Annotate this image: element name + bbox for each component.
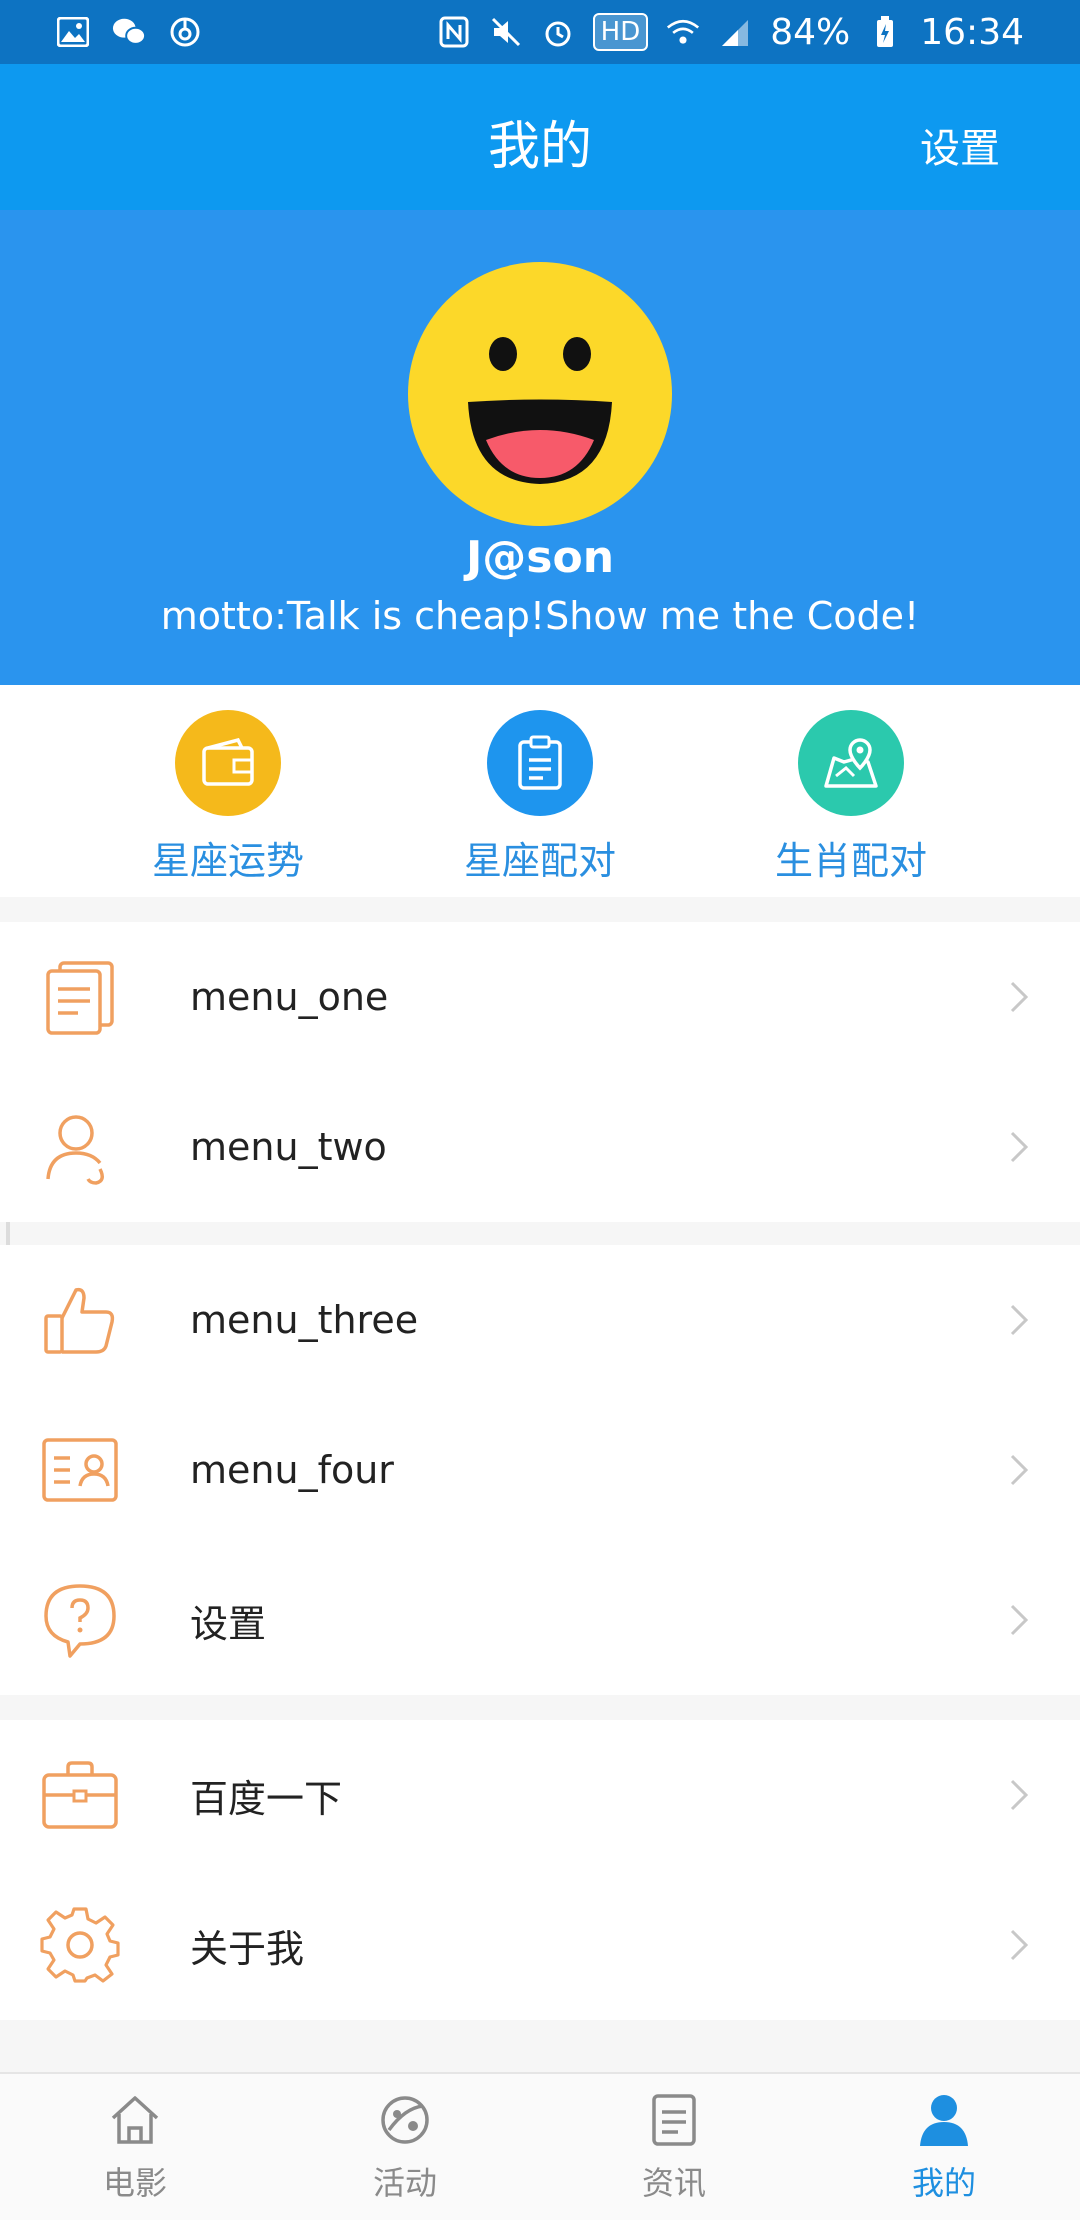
notification-icons	[56, 15, 202, 49]
menu-item-label: 设置	[190, 1601, 267, 1646]
menu-group-2: menu_three menu_four 设置	[0, 1245, 1080, 1695]
clipboard-icon	[487, 710, 593, 816]
battery-percent: 84%	[770, 11, 851, 53]
page-title: 我的	[487, 117, 592, 177]
wallet-icon	[175, 710, 281, 816]
alarm-icon	[541, 15, 575, 49]
profile-header: J@son motto:Talk is cheap!Show me the Co…	[0, 210, 1080, 685]
id-card-icon	[42, 1438, 118, 1502]
tab-movie[interactable]: 电影	[35, 2092, 235, 2204]
briefcase-icon	[42, 1761, 118, 1829]
menu-item-settings[interactable]: 设置	[0, 1545, 1080, 1695]
menu-item-label: menu_four	[190, 1448, 394, 1492]
menu-item-four[interactable]: menu_four	[0, 1395, 1080, 1545]
wechat-icon	[112, 15, 146, 49]
question-bubble-icon	[44, 1584, 116, 1658]
person-icon	[920, 2095, 968, 2146]
map-pin-icon	[798, 710, 904, 816]
menu-item-label: 百度一下	[190, 1776, 343, 1821]
thumbs-up-icon	[44, 1287, 115, 1354]
user-motto: motto:Talk is cheap!Show me the Code!	[160, 594, 920, 638]
quick-action-zodiac-match[interactable]: 生肖配对	[731, 710, 971, 885]
settings-button[interactable]: 设置	[920, 116, 1000, 174]
hd-badge: HD	[592, 13, 649, 51]
menu-item-label: 关于我	[190, 1926, 305, 1971]
tab-label: 资讯	[641, 2164, 706, 2202]
news-icon	[652, 2094, 696, 2146]
quick-action-constellation-match[interactable]: 星座配对	[420, 710, 660, 885]
user-phone-icon	[46, 1115, 104, 1185]
wifi-icon	[666, 15, 700, 49]
tab-mine[interactable]: 我的	[844, 2092, 1044, 2204]
planet-icon	[381, 2096, 429, 2144]
menu-group-3: 百度一下 关于我	[0, 1720, 1080, 2020]
avatar[interactable]	[408, 262, 672, 526]
chevron-right-icon	[1010, 1604, 1029, 1636]
menu-item-baidu[interactable]: 百度一下	[0, 1720, 1080, 1870]
signal-icon	[718, 15, 752, 49]
gear-icon	[40, 1907, 120, 1983]
menu-item-label: menu_two	[190, 1125, 387, 1169]
tab-label: 我的	[911, 2164, 976, 2202]
user-name: J@son	[465, 532, 615, 583]
system-icons: HD 84% 16:34	[437, 12, 1024, 53]
music-icon	[168, 15, 202, 49]
clock: 16:34	[920, 11, 1024, 53]
gallery-icon	[56, 15, 90, 49]
menu-item-about[interactable]: 关于我	[0, 1870, 1080, 2020]
battery-icon	[868, 15, 902, 49]
quick-action-horoscope[interactable]: 星座运势	[108, 710, 348, 885]
chevron-right-icon	[1010, 1929, 1029, 1961]
chevron-right-icon	[1010, 1304, 1029, 1336]
tab-label: 活动	[372, 2164, 437, 2202]
menu-item-label: menu_one	[190, 975, 389, 1019]
chevron-right-icon	[1010, 1131, 1029, 1163]
status-bar: HD 84% 16:34	[0, 0, 1080, 64]
chevron-right-icon	[1010, 1454, 1029, 1486]
quick-action-label: 星座运势	[151, 839, 304, 883]
chevron-right-icon	[1010, 981, 1029, 1013]
quick-action-label: 生肖配对	[774, 839, 927, 883]
nfc-icon	[437, 15, 471, 49]
menu-item-two[interactable]: menu_two	[0, 1072, 1080, 1222]
mute-icon	[489, 15, 523, 49]
menu-item-three[interactable]: menu_three	[0, 1245, 1080, 1395]
tab-news[interactable]: 资讯	[574, 2092, 774, 2204]
document-icon	[46, 961, 114, 1035]
bottom-nav: 电影 活动 资讯 我的	[0, 2072, 1080, 2220]
chevron-right-icon	[1010, 1779, 1029, 1811]
tab-label: 电影	[102, 2164, 167, 2202]
title-bar: 我的 设置	[0, 64, 1080, 210]
quick-actions: 星座运势 星座配对 生肖配对	[0, 685, 1080, 897]
tab-activity[interactable]: 活动	[305, 2092, 505, 2204]
quick-action-label: 星座配对	[463, 839, 616, 883]
home-icon	[111, 2096, 159, 2144]
menu-item-label: menu_three	[190, 1298, 419, 1342]
menu-group-1: menu_one menu_two	[0, 922, 1080, 1222]
menu-item-one[interactable]: menu_one	[0, 922, 1080, 1072]
